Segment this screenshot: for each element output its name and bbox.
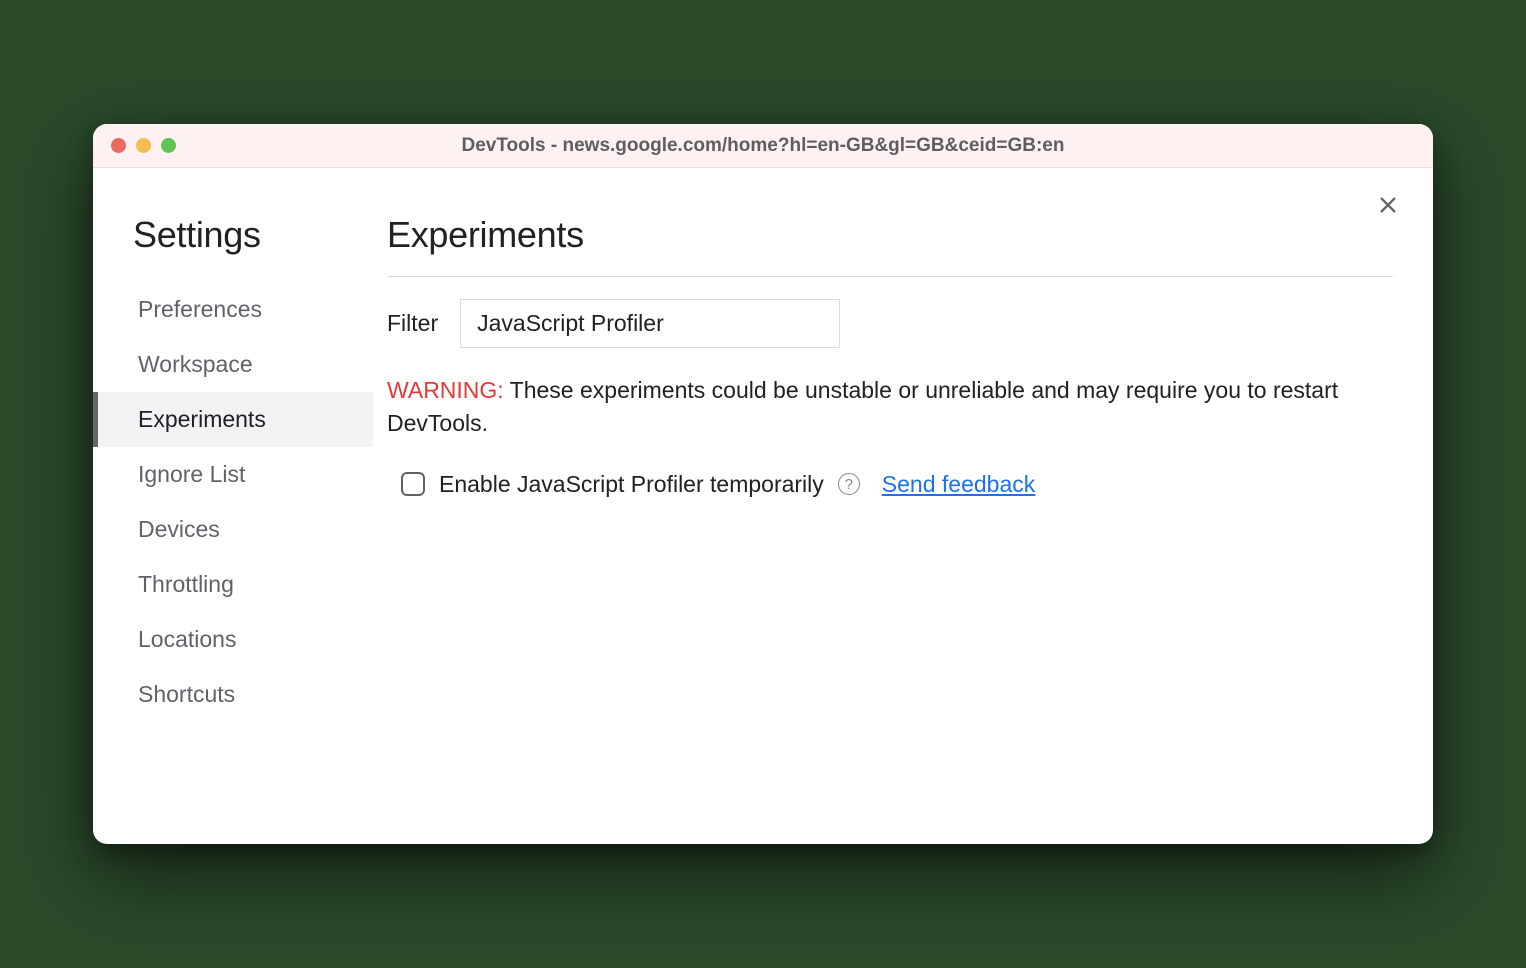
close-icon [1377,194,1399,216]
close-settings-button[interactable] [1373,190,1403,220]
devtools-window: DevTools - news.google.com/home?hl=en-GB… [93,124,1433,844]
sidebar-item-label: Shortcuts [138,681,235,707]
sidebar-item-label: Ignore List [138,461,245,487]
experiment-checkbox[interactable] [401,472,425,496]
warning-label: WARNING: [387,377,504,403]
sidebar-item-label: Locations [138,626,236,652]
sidebar-item-label: Devices [138,516,220,542]
experiment-label: Enable JavaScript Profiler temporarily [439,471,824,498]
traffic-lights [111,138,176,153]
sidebar-item-experiments[interactable]: Experiments [93,392,373,447]
sidebar-item-devices[interactable]: Devices [93,502,373,557]
window-title: DevTools - news.google.com/home?hl=en-GB… [93,135,1433,157]
filter-input[interactable] [460,299,840,348]
filter-row: Filter [387,299,1393,348]
help-icon[interactable]: ? [838,473,860,495]
sidebar-item-preferences[interactable]: Preferences [93,282,373,337]
sidebar-item-shortcuts[interactable]: Shortcuts [93,667,373,722]
sidebar-item-locations[interactable]: Locations [93,612,373,667]
titlebar: DevTools - news.google.com/home?hl=en-GB… [93,124,1433,168]
experiments-warning: WARNING: These experiments could be unst… [387,374,1393,441]
sidebar-item-label: Preferences [138,296,262,322]
sidebar-item-label: Workspace [138,351,253,377]
sidebar-item-workspace[interactable]: Workspace [93,337,373,392]
window-minimize-button[interactable] [136,138,151,153]
window-zoom-button[interactable] [161,138,176,153]
send-feedback-link[interactable]: Send feedback [882,471,1035,498]
sidebar-item-ignore-list[interactable]: Ignore List [93,447,373,502]
panel-heading: Experiments [387,214,1393,277]
warning-body: These experiments could be unstable or u… [387,377,1338,436]
sidebar-item-label: Throttling [138,571,234,597]
window-close-button[interactable] [111,138,126,153]
sidebar-item-label: Experiments [138,406,266,432]
sidebar-item-throttling[interactable]: Throttling [93,557,373,612]
main-panel: Experiments Filter WARNING: These experi… [373,168,1433,844]
settings-title: Settings [93,214,373,256]
settings-sidebar: Settings Preferences Workspace Experimen… [93,168,373,844]
experiment-row: Enable JavaScript Profiler temporarily ?… [387,471,1393,498]
content-area: Settings Preferences Workspace Experimen… [93,168,1433,844]
filter-label: Filter [387,310,438,337]
